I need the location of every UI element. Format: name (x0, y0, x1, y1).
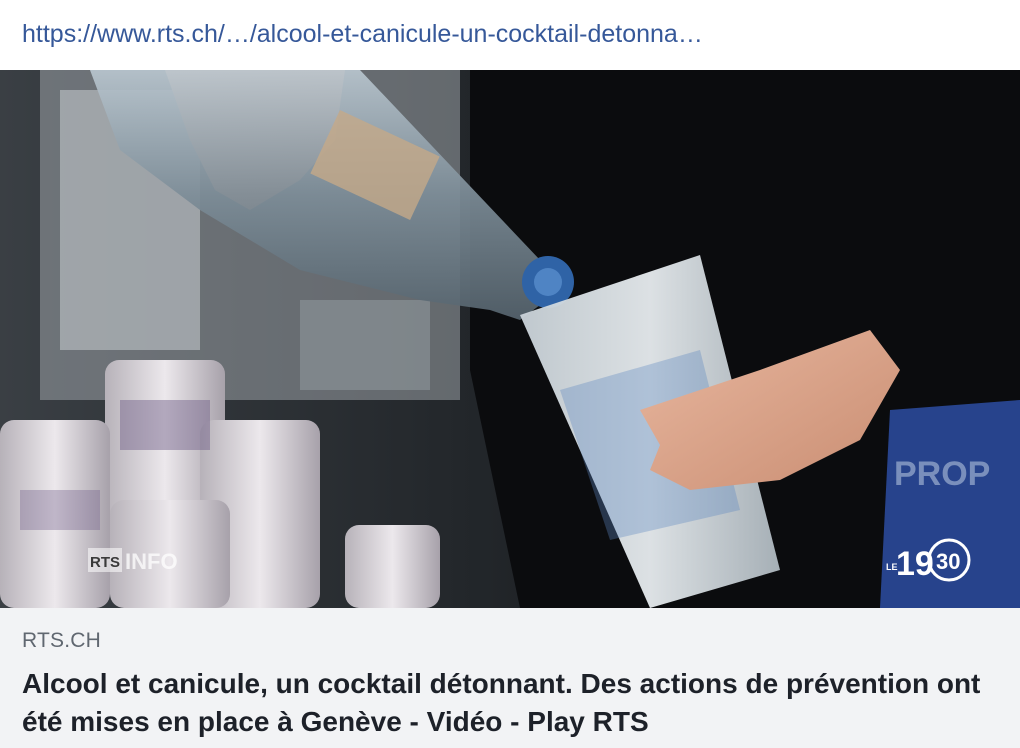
preview-title[interactable]: Alcool et canicule, un cocktail détonnan… (22, 665, 998, 741)
preview-url-link[interactable]: https://www.rts.ch/…/alcool-et-canicule-… (0, 0, 1020, 70)
svg-text:RTS: RTS (90, 554, 120, 571)
svg-text:30: 30 (936, 549, 960, 574)
svg-text:PROP: PROP (894, 455, 990, 493)
preview-domain: RTS.CH (22, 629, 101, 652)
preview-image[interactable]: PROP RTS INFO LE 19 30 (0, 70, 1020, 608)
svg-text:INFO: INFO (125, 549, 178, 574)
rts-info-watermark: RTS INFO (88, 548, 178, 574)
link-preview-card[interactable]: https://www.rts.ch/…/alcool-et-canicule-… (0, 0, 1020, 748)
preview-caption[interactable]: RTS.CH Alcool et canicule, un cocktail d… (0, 608, 1020, 748)
